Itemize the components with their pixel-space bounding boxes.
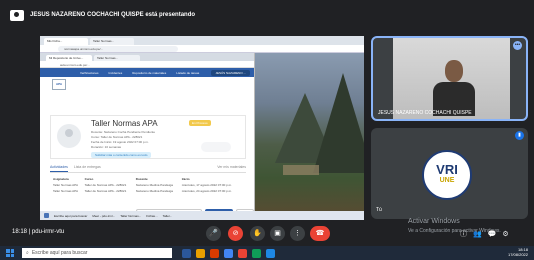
materials-link[interactable]: Ver mis materiales xyxy=(217,165,246,172)
end-call-button[interactable]: ☎ xyxy=(310,226,330,241)
course-table: Asignatura Curso Docente Inicio Taller N… xyxy=(52,176,242,194)
nav-item[interactable]: Listado de tareas xyxy=(176,71,199,75)
call-controls-bar: 18:18 | pdu-irmr-vtu 🎤 ⊘ ✋ ▣ ⋮ ☎ ⓘ👥💬⚙ xyxy=(0,224,534,244)
table-cell: Taller Normas APA xyxy=(53,189,78,193)
mini-search[interactable]: Escribe aquí para buscar xyxy=(54,214,87,218)
windows-taskbar: ⌕ Escribe aquí para buscar 18:18 17/08/20… xyxy=(0,246,534,260)
windows-start-icon[interactable] xyxy=(6,249,14,257)
site-nav: Verificaciones Incidentes Repositorio de… xyxy=(40,68,254,77)
shared-screen: Mis Ficha... Taller Normas... normasapa.… xyxy=(40,36,364,220)
inner-browser: Mi Repositorio de Unive... Taller Normas… xyxy=(40,53,255,220)
tab-deliveries[interactable]: Lista de entregas xyxy=(74,165,101,172)
table-cell: Nazareno Medina Pandeiga xyxy=(135,189,173,193)
course-tabs: Actividades Lista de entregas Ver mis ma… xyxy=(50,165,246,173)
inner-address-bar[interactable]: aula.unmsm.edu.pe/... xyxy=(40,61,254,68)
course-line: Duración: 10 semanas xyxy=(91,145,122,149)
call-time: 18:18 xyxy=(12,229,28,235)
participant-name: JESUS NAZARENO COCHACHI QUISPE xyxy=(378,110,472,116)
presenting-text: JESUS NAZARENO COCHACHI QUISPE está pres… xyxy=(30,12,196,18)
participant-tile-self[interactable]: ▮ VRI UNE Tú xyxy=(371,128,528,219)
table-cell: Taller de Normas APA - 228021 xyxy=(84,189,127,193)
inner-tab[interactable]: Mi Repositorio de Unive... xyxy=(46,55,92,61)
participant-name: Tú xyxy=(376,207,382,213)
status-badge: En Proceso xyxy=(189,120,211,126)
camera-off-button[interactable]: ⊘ xyxy=(228,226,243,241)
site-logo: APA xyxy=(52,79,66,90)
course-side-panel xyxy=(201,142,231,152)
app-icon[interactable] xyxy=(266,248,275,258)
mini-task[interactable]: Taller... xyxy=(163,214,173,218)
logo-bottom-text: UNE xyxy=(439,177,455,184)
presentation-icon xyxy=(10,9,24,21)
vri-une-logo: VRI UNE xyxy=(422,150,472,200)
participant-tile-presenter[interactable]: ••• JESUS NAZARENO COCHACHI QUISPE xyxy=(371,36,528,121)
browser-tab-strip: Mis Ficha... Taller Normas... xyxy=(40,36,364,45)
browser-tab[interactable]: Mis Ficha... xyxy=(44,38,88,45)
person-image xyxy=(431,56,475,116)
office-icon[interactable] xyxy=(210,248,219,258)
course-title: Taller Normas APA xyxy=(91,119,158,128)
app-icon[interactable] xyxy=(238,248,247,258)
word-icon[interactable] xyxy=(182,248,191,258)
table-row[interactable]: Taller Normas APA Taller de Normas APA -… xyxy=(52,188,242,194)
folder-icon[interactable] xyxy=(196,248,205,258)
browser-tab[interactable]: Taller Normas... xyxy=(90,38,134,45)
meeting-info: 18:18 | pdu-irmr-vtu xyxy=(12,229,65,235)
presenting-header: JESUS NAZARENO COCHACHI QUISPE está pres… xyxy=(0,0,534,30)
app-icon[interactable] xyxy=(252,248,261,258)
course-line: Docente: Nazareno Cocha Pendiente Pendie… xyxy=(91,130,156,134)
nav-item[interactable]: Verificaciones xyxy=(80,71,99,75)
more-options-icon[interactable]: ••• xyxy=(513,41,522,50)
microphone-button[interactable]: 🎤 xyxy=(206,226,221,241)
more-options-button[interactable]: ⋮ xyxy=(290,226,305,241)
address-bar[interactable]: normasapa.unmsm.edu.pe/... xyxy=(40,45,364,53)
windows-icon xyxy=(44,213,49,218)
mini-task[interactable]: Meet - pdu-irmr... xyxy=(92,214,115,218)
nav-user[interactable]: JESÚS NAZARENO ... xyxy=(211,69,250,76)
course-card: Taller Normas APA En Proceso Docente: Na… xyxy=(50,115,246,159)
mountain-shape xyxy=(313,73,364,173)
address-text: normasapa.unmsm.edu.pe/... xyxy=(58,45,178,52)
inner-tab-strip: Mi Repositorio de Unive... Taller Normas… xyxy=(40,53,254,61)
logo-top-text: VRI xyxy=(436,162,458,177)
speaking-indicator-icon: ▮ xyxy=(515,131,524,140)
tab-activities[interactable]: Actividades xyxy=(50,165,68,172)
right-call-icons: ⓘ👥💬⚙ xyxy=(460,231,515,238)
wallpaper-image xyxy=(255,53,364,220)
clock-date: 17/08/2022 xyxy=(507,252,528,257)
course-line: Fecha de Inicio: 19 agosto 2022 07:00 p.… xyxy=(91,140,149,144)
course-action-button[interactable]: Solicitar más o contenido como es todo xyxy=(91,152,152,158)
mini-task[interactable]: Taller Normas... xyxy=(120,214,141,218)
search-placeholder: Escribe aquí para buscar xyxy=(31,250,88,256)
inner-tab[interactable]: Taller Normas... xyxy=(94,55,140,61)
present-button[interactable]: ▣ xyxy=(270,226,285,241)
course-line: Curso: Taller de Normas APA - 228021 xyxy=(91,135,143,139)
raise-hand-button[interactable]: ✋ xyxy=(250,226,265,241)
chrome-icon[interactable] xyxy=(224,248,233,258)
taskbar-clock[interactable]: 18:18 17/08/2022 xyxy=(508,247,528,257)
avatar xyxy=(57,124,81,148)
mini-taskbar: Escribe aquí para buscar Meet - pdu-irmr… xyxy=(40,211,364,220)
nav-item[interactable]: Incidentes xyxy=(109,71,123,75)
ruins-shape xyxy=(283,165,319,175)
nav-item[interactable]: Repositorio de materiales xyxy=(132,71,166,75)
person-head xyxy=(445,60,463,82)
camera-feed xyxy=(393,38,510,119)
meeting-code: pdu-irmr-vtu xyxy=(31,229,65,235)
taskbar-search-input[interactable]: ⌕ Escribe aquí para buscar xyxy=(22,248,172,258)
taskbar-apps xyxy=(182,248,275,258)
search-icon: ⌕ xyxy=(26,250,29,256)
table-cell: miércoles, 24 agosto 2022 07:00 p.m. xyxy=(181,189,232,193)
mini-task[interactable]: Fichas... xyxy=(146,214,157,218)
